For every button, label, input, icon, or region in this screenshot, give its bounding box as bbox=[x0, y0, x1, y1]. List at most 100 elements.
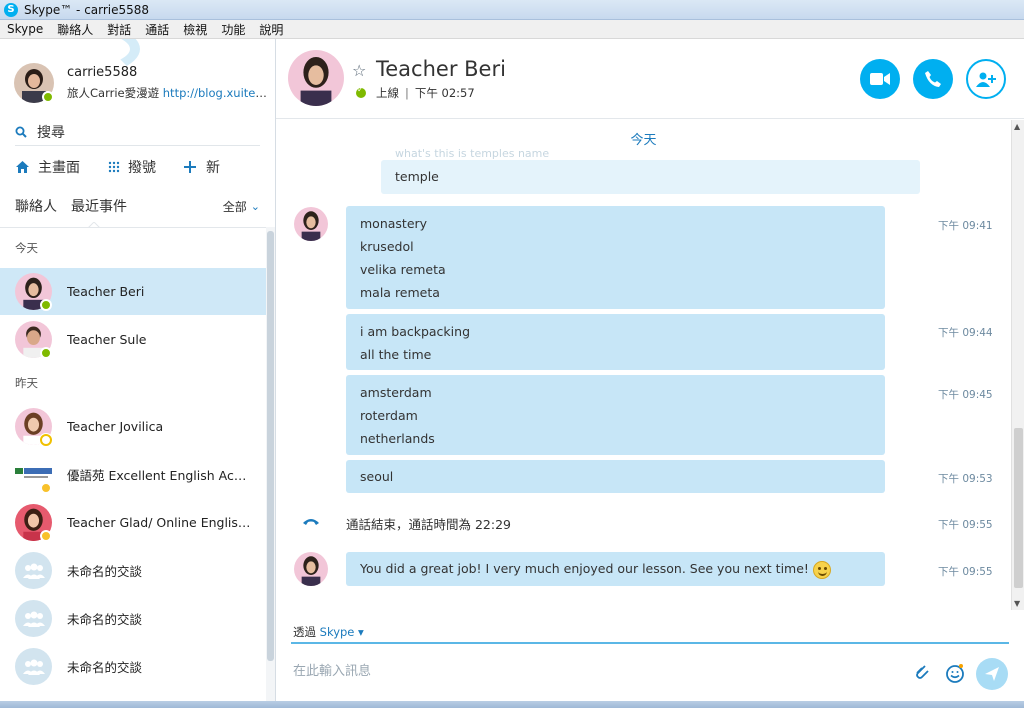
contact-name: 未命名的交談 bbox=[67, 564, 143, 579]
contact-list-scrollbar[interactable] bbox=[266, 227, 275, 708]
message-bubble[interactable]: i am backpacking all the time bbox=[346, 314, 885, 370]
menu-skype[interactable]: Skype bbox=[0, 22, 50, 36]
contact-name: 未命名的交談 bbox=[67, 660, 143, 675]
message-input[interactable]: 在此輸入訊息 bbox=[293, 660, 371, 679]
message-line: mala remeta bbox=[360, 285, 440, 300]
list-item[interactable]: 未命名的交談 bbox=[0, 547, 266, 594]
via-service[interactable]: Skype ▾ bbox=[320, 625, 364, 639]
message-timestamp: 下午 09:44 bbox=[938, 327, 993, 339]
message-line: amsterdam bbox=[360, 385, 432, 400]
menu-call[interactable]: 通話 bbox=[138, 21, 176, 38]
section-today: 今天 bbox=[15, 241, 38, 255]
contact-name: 優語苑 Excellent English Acad... bbox=[67, 468, 252, 483]
group-avatar-icon bbox=[15, 600, 52, 637]
status-text: 上線 bbox=[376, 86, 399, 100]
home-button[interactable]: 主畫面 bbox=[15, 157, 80, 177]
os-taskbar bbox=[0, 701, 1024, 708]
list-item[interactable]: Teacher Jovilica bbox=[0, 403, 266, 450]
list-item[interactable]: Teacher Sule bbox=[0, 316, 266, 363]
dialpad-icon bbox=[108, 161, 120, 173]
sender-avatar[interactable] bbox=[294, 207, 328, 241]
home-label: 主畫面 bbox=[38, 160, 80, 176]
new-button[interactable]: 新 bbox=[184, 157, 220, 177]
menu-help[interactable]: 說明 bbox=[252, 21, 290, 38]
menu-tools[interactable]: 功能 bbox=[214, 21, 252, 38]
message-line: You did a great job! I very much enjoyed… bbox=[360, 561, 809, 576]
menu-conversations[interactable]: 對話 bbox=[100, 21, 138, 38]
via-label: 透過 bbox=[293, 625, 316, 639]
scrollbar-thumb[interactable] bbox=[267, 231, 274, 661]
message-line: i am backpacking bbox=[360, 324, 470, 339]
chat-contact-name[interactable]: Teacher Beri bbox=[376, 57, 506, 81]
sender-avatar[interactable] bbox=[294, 552, 328, 586]
profile-name[interactable]: carrie5588 bbox=[67, 65, 137, 80]
list-item[interactable]: 優語苑 Excellent English Acad... bbox=[0, 451, 266, 498]
message-line: netherlands bbox=[360, 431, 435, 446]
group-avatar-icon bbox=[15, 648, 52, 685]
contact-name: Teacher Jovilica bbox=[67, 419, 164, 434]
scroll-down-arrow-icon[interactable]: ▼ bbox=[1014, 599, 1020, 608]
mood-link[interactable]: http://blog.xuite.n... bbox=[163, 86, 267, 100]
online-status-icon bbox=[356, 85, 366, 98]
filter-label: 全部 bbox=[222, 199, 247, 214]
message-line: roterdam bbox=[360, 408, 418, 423]
list-item[interactable]: 未命名的交談 bbox=[0, 643, 266, 690]
menu-contacts[interactable]: 聯絡人 bbox=[50, 21, 100, 38]
favorite-star-icon[interactable]: ☆ bbox=[352, 61, 366, 80]
clock-status-icon bbox=[40, 482, 52, 494]
plus-icon bbox=[184, 161, 196, 173]
chat-contact-avatar[interactable] bbox=[288, 50, 344, 106]
profile-mood[interactable]: 旅人Carrie愛漫遊 http://blog.xuite.n... bbox=[67, 85, 267, 101]
mood-text: 旅人Carrie愛漫遊 bbox=[67, 86, 163, 100]
message-line: seoul bbox=[360, 469, 394, 484]
group-avatar-icon bbox=[15, 552, 52, 589]
menu-view[interactable]: 檢視 bbox=[176, 21, 214, 38]
add-people-button[interactable] bbox=[966, 59, 1006, 99]
video-call-button[interactable] bbox=[860, 59, 900, 99]
conversation-panel: ☆ Teacher Beri 上線 | 下午 02:57 今天 what's t… bbox=[276, 39, 1024, 708]
send-via-selector[interactable]: 透過 Skype ▾ bbox=[293, 624, 364, 640]
message-bubble[interactable]: seoul bbox=[346, 460, 885, 493]
call-ended-icon bbox=[303, 519, 319, 525]
left-panel: carrie5588 旅人Carrie愛漫遊 http://blog.xuite… bbox=[0, 39, 276, 708]
tab-contacts[interactable]: 聯絡人 bbox=[15, 196, 57, 216]
voice-call-button[interactable] bbox=[913, 59, 953, 99]
new-label: 新 bbox=[206, 160, 220, 176]
list-item[interactable]: Teacher Beri bbox=[0, 268, 266, 315]
contact-name: Teacher Beri bbox=[67, 284, 145, 299]
online-status-icon bbox=[40, 347, 52, 359]
attach-file-icon[interactable] bbox=[913, 663, 931, 681]
message-history[interactable]: 今天 what's this is temples name temple mo… bbox=[276, 120, 1011, 610]
list-item[interactable]: 未命名的交談 bbox=[0, 595, 266, 642]
profile-online-status-icon bbox=[42, 91, 54, 103]
menu-bar: Skype 聯絡人 對話 通話 檢視 功能 說明 bbox=[0, 20, 1024, 39]
send-button[interactable] bbox=[976, 658, 1008, 690]
skype-logo-icon: S bbox=[4, 2, 18, 17]
message-timestamp: 下午 09:55 bbox=[938, 519, 993, 531]
chat-contact-status: 上線 | 下午 02:57 bbox=[356, 85, 475, 101]
date-divider: 今天 bbox=[630, 133, 657, 148]
chat-header: ☆ Teacher Beri 上線 | 下午 02:57 bbox=[276, 39, 1024, 119]
search-icon bbox=[15, 126, 27, 138]
tab-recent[interactable]: 最近事件 bbox=[71, 196, 127, 216]
message-line: velika remeta bbox=[360, 262, 446, 277]
conversation-scrollbar[interactable]: ▲ ▼ bbox=[1011, 120, 1024, 610]
scrollbar-thumb[interactable] bbox=[1014, 428, 1023, 588]
dialpad-button[interactable]: 撥號 bbox=[108, 157, 156, 177]
message-bubble[interactable]: temple bbox=[381, 160, 920, 194]
filter-dropdown[interactable]: 全部 ⌄ bbox=[223, 198, 260, 215]
add-person-icon bbox=[976, 72, 996, 87]
video-camera-icon bbox=[870, 73, 890, 85]
message-bubble[interactable]: monastery krusedol velika remeta mala re… bbox=[346, 206, 885, 309]
list-item[interactable]: Teacher Glad/ Online English... bbox=[0, 499, 266, 546]
emoticon-icon[interactable] bbox=[945, 663, 965, 683]
clock-status-icon bbox=[40, 530, 52, 542]
profile-area[interactable]: carrie5588 旅人Carrie愛漫遊 http://blog.xuite… bbox=[0, 39, 275, 109]
dialpad-label: 撥號 bbox=[128, 160, 156, 176]
search-box[interactable]: 搜尋 bbox=[15, 118, 260, 146]
phone-icon bbox=[925, 71, 941, 87]
scroll-up-arrow-icon[interactable]: ▲ bbox=[1014, 122, 1020, 131]
message-bubble[interactable]: amsterdam roterdam netherlands bbox=[346, 375, 885, 455]
status-separator: | bbox=[405, 86, 409, 100]
message-bubble[interactable]: You did a great job! I very much enjoyed… bbox=[346, 552, 885, 586]
